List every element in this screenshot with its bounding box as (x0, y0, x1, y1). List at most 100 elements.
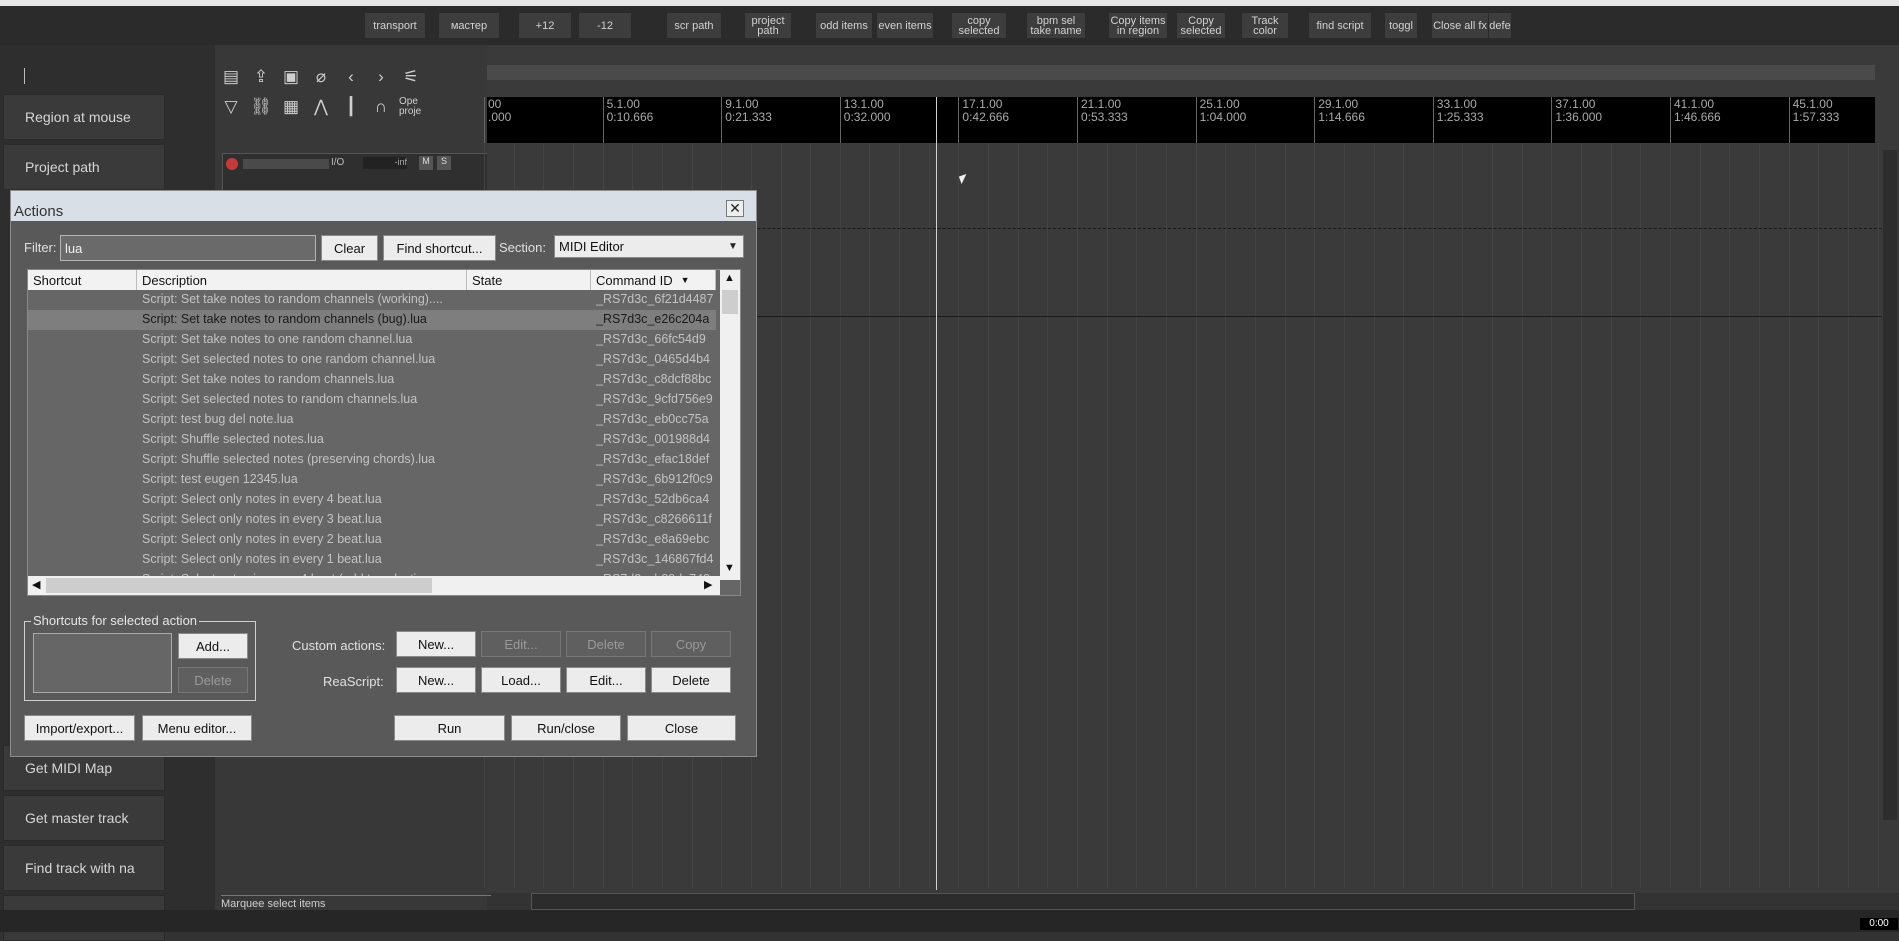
table-row[interactable]: Script: Set take notes to random channel… (28, 290, 716, 310)
metronome-icon[interactable]: ⚟ (399, 65, 423, 89)
clear-button[interactable]: Clear (321, 235, 378, 261)
grid-icon[interactable]: ▦ (279, 95, 303, 119)
column-description[interactable]: Description (137, 270, 467, 290)
column-command-id[interactable]: Command ID ▼ (591, 270, 716, 290)
toolbar-button[interactable]: Track color (1241, 12, 1289, 39)
toolbar-button[interactable]: toggl (1384, 12, 1418, 39)
shortcut-list[interactable] (33, 633, 172, 693)
new-project-icon[interactable]: ▤ (219, 65, 243, 89)
close-button[interactable]: Close (627, 715, 736, 741)
column-state[interactable]: State (467, 270, 591, 290)
snap-icon[interactable]: ∩ (369, 95, 393, 119)
toolbar-button[interactable]: scr path (666, 12, 722, 39)
reascript-new-button[interactable]: New... (396, 667, 476, 693)
vertical-scrollbar[interactable] (1883, 150, 1897, 820)
grid-line (1195, 143, 1197, 888)
save-icon[interactable]: ▣ (279, 65, 303, 89)
region-strip[interactable] (487, 65, 1875, 80)
track-name-field[interactable] (243, 159, 329, 169)
list-vertical-scrollbar[interactable]: ▲ ▼ (720, 270, 740, 580)
chevron-down-icon[interactable]: ▼ (728, 241, 740, 253)
reascript-delete-button[interactable]: Delete (651, 667, 731, 693)
reascript-label: ReaScript: (323, 674, 384, 689)
toolbar-button[interactable]: odd items (815, 12, 873, 39)
envelope-icon[interactable]: ⋀ (309, 95, 333, 119)
table-row[interactable]: Script: Shuffle selected notes.lua _RS7d3… (28, 430, 716, 450)
table-row[interactable]: Script: Select only notes in every 1 bea… (28, 550, 716, 570)
toolbar-button[interactable]: transport (364, 12, 426, 39)
columns-icon[interactable]: ┃ (339, 95, 363, 119)
redo-icon[interactable]: › (369, 65, 393, 89)
scroll-thumb[interactable] (722, 290, 738, 314)
dialog-title-bar[interactable] (11, 191, 756, 221)
sidebar-item-find-track[interactable]: Find track with na (3, 845, 165, 891)
column-command-id-label: Command ID (596, 272, 673, 288)
menu-editor-button[interactable]: Menu editor... (142, 715, 252, 741)
custom-new-button[interactable]: New... (396, 631, 476, 657)
reascript-edit-button[interactable]: Edit... (566, 667, 646, 693)
open-project-icon[interactable]: ⇪ (249, 65, 273, 89)
solo-button[interactable]: S (437, 156, 451, 170)
toolbar-button[interactable]: +12 (518, 12, 572, 39)
attach-icon[interactable]: ⌀ (309, 65, 333, 89)
toolbar-button[interactable]: project path (744, 12, 792, 39)
toolbar-button[interactable]: -12 (578, 12, 632, 39)
close-icon[interactable]: ✕ (726, 200, 744, 217)
cell-description: Script: Set take notes to one random cha… (142, 332, 413, 346)
table-row[interactable]: Script: Set take notes to one random cha… (28, 330, 716, 350)
filter-icon[interactable]: ▽ (219, 95, 243, 119)
table-row[interactable]: Script: Set take notes to random channel… (28, 370, 716, 390)
link-icon[interactable]: ⛓ (249, 95, 273, 119)
toolbar-button[interactable]: Copy selected (1176, 12, 1226, 39)
io-button[interactable]: I/O (331, 157, 344, 168)
delete-shortcut-button[interactable]: Delete (178, 667, 248, 693)
mute-button[interactable]: M (419, 156, 433, 170)
toolbar-button[interactable]: мастер (438, 12, 500, 39)
sidebar-item-project-path[interactable]: Project path (3, 144, 165, 190)
toolbar-button[interactable]: bpm sel take name (1026, 12, 1086, 39)
reascript-load-button[interactable]: Load... (481, 667, 561, 693)
table-row[interactable]: Script: Select only notes in every 2 bea… (28, 530, 716, 550)
table-row[interactable]: Script: Set selected notes to random cha… (28, 390, 716, 410)
filter-input[interactable] (60, 235, 316, 261)
table-row[interactable]: Script: Set take notes to random channel… (28, 310, 716, 330)
toolbar-button[interactable]: even items (876, 12, 934, 39)
scroll-up-icon[interactable]: ▲ (724, 272, 735, 284)
table-row[interactable]: Script: test eugen 12345.lua _RS7d3c_6b91… (28, 470, 716, 490)
section-select[interactable]: MIDI Editor ▼ (554, 235, 744, 258)
table-row[interactable]: Script: Shuffle selected notes (preservi… (28, 450, 716, 470)
custom-edit-button[interactable]: Edit... (481, 631, 561, 657)
custom-copy-button[interactable]: Copy (651, 631, 731, 657)
text-caret (24, 68, 25, 84)
undo-icon[interactable]: ‹ (339, 65, 363, 89)
add-shortcut-button[interactable]: Add... (178, 633, 248, 659)
toolbar-button[interactable]: defe (1488, 12, 1512, 39)
toolbar-button[interactable]: Copy items in region (1108, 12, 1168, 39)
find-shortcut-button[interactable]: Find shortcut... (383, 235, 496, 261)
record-arm-icon[interactable] (226, 158, 238, 170)
sidebar-item-region-at-mouse[interactable]: Region at mouse (3, 94, 165, 140)
open-project-button[interactable]: Ope proje (399, 97, 421, 117)
ruler-time-label: 0:32.000 (843, 110, 891, 124)
table-row[interactable]: Script: Select only notes in every 4 bea… (28, 490, 716, 510)
column-shortcut[interactable]: Shortcut (28, 270, 137, 290)
scroll-left-icon[interactable]: ◀ (32, 578, 40, 591)
table-row[interactable]: Script: Set selected notes to one random… (28, 350, 716, 370)
timeline-ruler[interactable]: 00.000 5.1.00 0:10.666 9.1.00 0:21.333 13.1.0… (484, 97, 1875, 143)
list-horizontal-scrollbar[interactable]: ◀ ▶ (28, 576, 720, 595)
table-row[interactable]: Script: test bug del note.lua _RS7d3c_eb0… (28, 410, 716, 430)
import-export-button[interactable]: Import/export... (24, 715, 135, 741)
sidebar-item-get-master-track[interactable]: Get master track (3, 795, 165, 841)
custom-delete-button[interactable]: Delete (566, 631, 646, 657)
scroll-right-icon[interactable]: ▶ (704, 578, 712, 591)
toolbar-button[interactable]: find script (1308, 12, 1372, 39)
scroll-thumb[interactable] (46, 578, 432, 593)
table-row[interactable]: Script: Select only notes in every 3 bea… (28, 510, 716, 530)
actions-list[interactable]: Shortcut Description State Command ID ▼ … (27, 269, 741, 596)
horizontal-scrollbar[interactable] (531, 893, 1635, 910)
run-button[interactable]: Run (394, 715, 505, 741)
toolbar-button[interactable]: copy selected (951, 12, 1007, 39)
scroll-down-icon[interactable]: ▼ (724, 562, 735, 574)
toolbar-button[interactable]: Close all fx (1431, 12, 1489, 39)
run-close-button[interactable]: Run/close (511, 715, 621, 741)
